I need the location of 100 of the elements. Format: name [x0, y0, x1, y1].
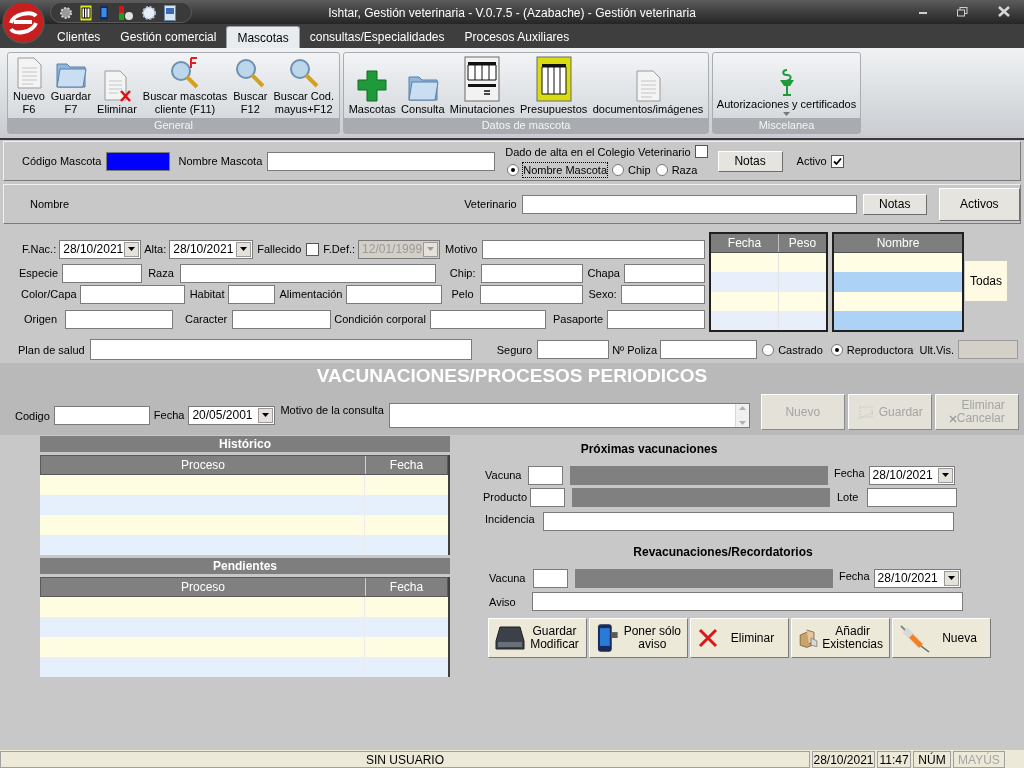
date-dropdown[interactable]: 28/10/2021: [873, 568, 961, 588]
group-title: Datos de mascota: [344, 118, 708, 133]
radio-button[interactable]: [762, 343, 775, 356]
all-button[interactable]: Todas: [965, 261, 1007, 301]
text-field[interactable]: [533, 568, 568, 588]
vaccine-button[interactable]: Añadir Existencias: [791, 618, 890, 658]
text-field[interactable]: [530, 487, 565, 507]
code-field[interactable]: [105, 151, 170, 171]
field-label: Motivo de la consulta: [280, 403, 384, 417]
column-header: Proceso: [180, 457, 226, 474]
text-field[interactable]: [623, 263, 705, 283]
ribbon-tab[interactable]: Clientes: [47, 26, 111, 48]
group-title: General: [8, 118, 339, 133]
text-field[interactable]: [607, 309, 705, 329]
date-dropdown[interactable]: 28/10/2021: [59, 239, 142, 259]
ribbon-button[interactable]: documentos/imágenes: [591, 70, 705, 116]
close-icon[interactable]: [998, 6, 1010, 17]
ribbon-button[interactable]: Eliminar: [96, 70, 138, 116]
logo-icon[interactable]: [2, 1, 45, 44]
gear-icon[interactable]: [59, 5, 73, 20]
text-field[interactable]: [532, 592, 963, 611]
ribbon-tab[interactable]: Gestión comercial: [110, 26, 227, 48]
vaccine-button[interactable]: Poner sólo aviso: [589, 618, 688, 658]
text-field[interactable]: [346, 284, 443, 304]
column-header: Fecha: [726, 235, 763, 252]
ribbon-button[interactable]: Mascotas: [347, 70, 397, 116]
text-field[interactable]: [65, 309, 174, 329]
vaccine-button[interactable]: Nueva: [892, 618, 991, 658]
text-field[interactable]: [537, 340, 610, 359]
radio-button[interactable]: [830, 343, 843, 356]
ribbon-button[interactable]: Buscar mascotas cliente (F11): [141, 57, 229, 116]
notes-button[interactable]: Notas: [862, 193, 927, 215]
field-label: Especie: [19, 266, 59, 280]
text-field[interactable]: [542, 511, 954, 531]
ribbon-tab[interactable]: Mascotas: [226, 26, 300, 48]
table-icon[interactable]: [80, 4, 92, 21]
text-field[interactable]: [89, 339, 472, 360]
active-filter-button[interactable]: Activos: [938, 187, 1020, 221]
text-field[interactable]: [521, 194, 857, 214]
ribbon-tab[interactable]: consultas/Especialidades: [299, 26, 455, 48]
consultation-reason-field[interactable]: [388, 402, 750, 428]
field-label: Fecha: [834, 466, 865, 480]
text-field[interactable]: [867, 487, 958, 507]
checkbox[interactable]: [306, 242, 320, 256]
radio-button[interactable]: [507, 163, 520, 176]
text-field[interactable]: [62, 263, 143, 283]
ribbon-button[interactable]: Minutaciones: [448, 56, 516, 116]
text-field[interactable]: [479, 284, 583, 304]
section-title: VACUNACIONES/PROCESOS PERIODICOS: [315, 364, 709, 388]
checkbox[interactable]: [694, 145, 708, 158]
notes-button[interactable]: Notas: [717, 150, 783, 172]
field-label: Alimentación: [279, 287, 343, 301]
text-field[interactable]: [53, 405, 150, 425]
text-field[interactable]: [528, 465, 563, 485]
text-field[interactable]: [267, 151, 496, 171]
window-icon[interactable]: [164, 4, 176, 21]
vaccine-button[interactable]: Eliminar: [690, 618, 789, 658]
vaccine-button[interactable]: Guardar Modificar: [488, 618, 587, 658]
text-field[interactable]: [620, 284, 705, 304]
text-field[interactable]: [79, 284, 185, 304]
text-field[interactable]: [429, 309, 546, 329]
ribbon-button[interactable]: Autorizaciones y certificados: [715, 67, 858, 116]
ribbon-tab[interactable]: Procesos Auxiliares: [454, 26, 580, 48]
delete-icon: [697, 627, 719, 649]
text-field[interactable]: [480, 263, 583, 283]
document-icon: [634, 70, 662, 102]
table-icon: [535, 56, 572, 102]
phone-icon[interactable]: [99, 4, 111, 21]
text-field[interactable]: [179, 263, 436, 283]
key-indicator: MAYÚS: [953, 750, 1005, 768]
field-label: Fallecido: [257, 242, 302, 256]
radio-button[interactable]: [612, 163, 625, 176]
text-field[interactable]: [232, 309, 332, 329]
flag-icon[interactable]: [118, 4, 134, 21]
date-dropdown[interactable]: 28/10/2021: [169, 239, 254, 259]
text-field[interactable]: [227, 284, 275, 304]
checkbox[interactable]: [830, 154, 844, 168]
section-heading: Próximas vacunaciones: [579, 442, 719, 456]
ribbon-button[interactable]: Buscar F12: [232, 57, 269, 116]
radio-button[interactable]: [655, 163, 668, 176]
field-label: Dado de alta en el Colegio Veterinario: [505, 144, 691, 159]
field-label: Reproductora: [846, 342, 914, 357]
gear-icon[interactable]: [141, 4, 157, 21]
column-header: Fecha: [365, 578, 447, 596]
text-field[interactable]: [660, 340, 758, 359]
window-title: Ishtar, Gestión veterinaria - V.0.7.5 - (Azabache) - Gestión veterinaria: [327, 5, 697, 22]
restore-icon[interactable]: [957, 7, 968, 17]
date-dropdown[interactable]: 28/10/2021: [868, 465, 955, 485]
minimize-icon[interactable]: [918, 9, 928, 15]
ribbon-button[interactable]: Presupuestos: [519, 56, 589, 116]
table-title: Pendientes: [40, 558, 450, 574]
date-dropdown[interactable]: 20/05/2001: [188, 405, 276, 425]
ribbon-button[interactable]: Buscar Cod. mayus+F12: [272, 57, 335, 116]
phone-icon: [596, 623, 620, 653]
ribbon-button[interactable]: Guardar F7: [49, 59, 93, 116]
ribbon-button[interactable]: Nuevo F6: [12, 57, 46, 116]
field-label: Sexo:: [588, 287, 617, 301]
delete-document-icon: [101, 70, 132, 102]
ribbon-button[interactable]: Consulta: [400, 72, 446, 116]
text-field[interactable]: [482, 239, 705, 259]
